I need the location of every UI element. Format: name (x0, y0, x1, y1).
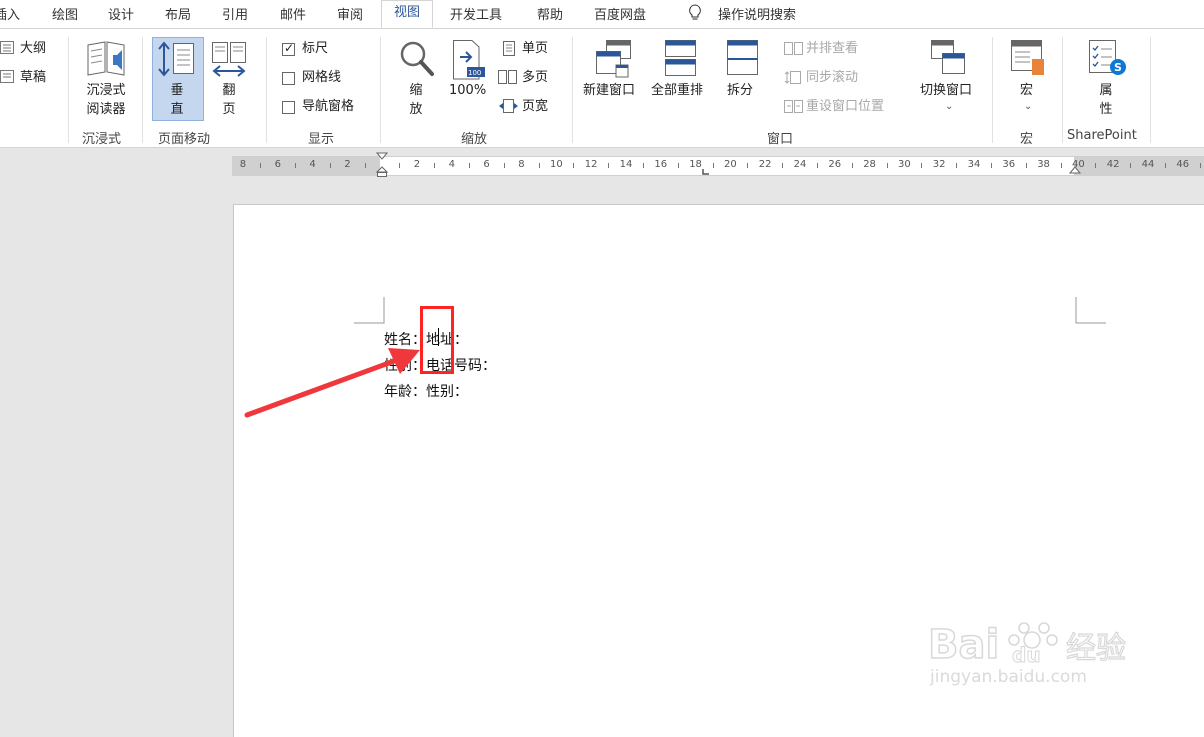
baidu-jingyan-watermark: Bai du 经验 jingyan.baidu.com (928, 621, 1127, 686)
svg-text:经验: 经验 (1066, 631, 1126, 666)
svg-text:Bai: Bai (928, 622, 999, 668)
watermark-url: jingyan.baidu.com (929, 667, 1087, 686)
svg-text:du: du (1012, 643, 1041, 667)
